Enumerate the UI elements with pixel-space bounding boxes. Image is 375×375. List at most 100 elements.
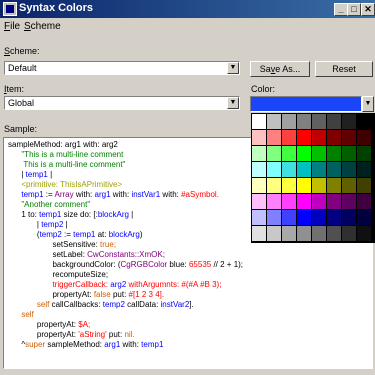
palette-swatch[interactable] [342, 210, 356, 225]
palette-swatch[interactable] [327, 178, 341, 193]
palette-swatch[interactable] [327, 210, 341, 225]
code-token: false [93, 290, 111, 299]
code-token: nil. [124, 330, 135, 339]
code-line: propertyAt: false put: #[1 2 3 4]. [8, 290, 243, 300]
palette-swatch[interactable] [297, 226, 311, 241]
palette-swatch[interactable] [297, 130, 311, 145]
scheme-select[interactable]: Default ▼ [4, 61, 240, 75]
code-token: "Another comment" [8, 200, 91, 209]
code-token: temp1 [73, 230, 96, 239]
palette-swatch[interactable] [312, 146, 326, 161]
palette-swatch[interactable] [297, 114, 311, 129]
palette-swatch[interactable] [327, 194, 341, 209]
palette-swatch[interactable] [327, 114, 341, 129]
palette-swatch[interactable] [312, 226, 326, 241]
palette-swatch[interactable] [267, 162, 281, 177]
code-token: blue: [167, 260, 189, 269]
palette-swatch[interactable] [312, 178, 326, 193]
save-as-button[interactable]: Save As... [250, 61, 310, 77]
palette-swatch[interactable] [312, 162, 326, 177]
palette-swatch[interactable] [282, 178, 296, 193]
code-token: propertyAt: [8, 320, 79, 329]
palette-swatch[interactable] [297, 210, 311, 225]
code-line: "This is a multi-line comment [8, 150, 243, 160]
palette-swatch[interactable] [282, 162, 296, 177]
palette-swatch[interactable] [282, 114, 296, 129]
palette-swatch[interactable] [297, 162, 311, 177]
palette-swatch[interactable] [252, 194, 266, 209]
palette-swatch[interactable] [267, 226, 281, 241]
item-select[interactable]: Global ▼ [4, 96, 240, 110]
palette-swatch[interactable] [342, 226, 356, 241]
menu-bar: File Scheme [0, 19, 375, 33]
palette-swatch[interactable] [267, 114, 281, 129]
palette-swatch[interactable] [252, 146, 266, 161]
palette-swatch[interactable] [342, 178, 356, 193]
code-line: 1 to: temp1 size do: [:blockArg | [8, 210, 243, 220]
palette-swatch[interactable] [312, 114, 326, 129]
app-icon[interactable] [3, 2, 17, 16]
palette-swatch[interactable] [252, 130, 266, 145]
menu-scheme[interactable]: Scheme [24, 21, 61, 32]
code-token: | [47, 170, 53, 179]
code-token: CwConstants::XmOK; [87, 250, 165, 259]
palette-swatch[interactable] [282, 194, 296, 209]
palette-swatch[interactable] [282, 130, 296, 145]
minimize-button[interactable]: _ [334, 3, 348, 16]
code-token: blockArg [108, 230, 140, 239]
reset-button[interactable]: Reset [315, 61, 373, 77]
palette-swatch[interactable] [357, 226, 371, 241]
palette-swatch[interactable] [297, 194, 311, 209]
palette-swatch[interactable] [342, 194, 356, 209]
palette-swatch[interactable] [327, 130, 341, 145]
palette-swatch[interactable] [267, 210, 281, 225]
code-token: arg2 [110, 280, 127, 289]
palette-swatch[interactable] [357, 194, 371, 209]
palette-swatch[interactable] [267, 130, 281, 145]
code-token: setSensitive: [8, 240, 101, 249]
palette-swatch[interactable] [327, 226, 341, 241]
palette-swatch[interactable] [282, 226, 296, 241]
code-line: "Another comment" [8, 200, 243, 210]
palette-swatch[interactable] [252, 162, 266, 177]
palette-swatch[interactable] [282, 210, 296, 225]
sample-label: Sample: [4, 124, 38, 134]
code-token: with: [160, 190, 182, 199]
palette-swatch[interactable] [312, 130, 326, 145]
palette-swatch[interactable] [282, 146, 296, 161]
palette-swatch[interactable] [342, 146, 356, 161]
palette-swatch[interactable] [252, 114, 266, 129]
palette-swatch[interactable] [342, 130, 356, 145]
maximize-button[interactable]: □ [347, 3, 361, 16]
scheme-dropdown-icon[interactable]: ▼ [227, 62, 239, 74]
palette-swatch[interactable] [327, 162, 341, 177]
code-token: ) [139, 230, 143, 239]
palette-swatch[interactable] [252, 210, 266, 225]
palette-swatch[interactable] [252, 178, 266, 193]
palette-swatch[interactable] [297, 178, 311, 193]
close-button[interactable]: ✕ [361, 3, 375, 16]
item-dropdown-icon[interactable]: ▼ [227, 97, 239, 109]
palette-swatch[interactable] [267, 194, 281, 209]
menu-file[interactable]: File [4, 21, 20, 32]
palette-swatch[interactable] [357, 130, 371, 145]
palette-swatch[interactable] [357, 178, 371, 193]
palette-swatch[interactable] [357, 210, 371, 225]
palette-swatch[interactable] [342, 162, 356, 177]
palette-swatch[interactable] [267, 146, 281, 161]
palette-swatch[interactable] [312, 194, 326, 209]
palette-swatch[interactable] [327, 146, 341, 161]
code-token: with: [73, 190, 95, 199]
palette-swatch[interactable] [267, 178, 281, 193]
palette-swatch[interactable] [342, 114, 356, 129]
palette-swatch[interactable] [357, 114, 371, 129]
palette-swatch[interactable] [357, 162, 371, 177]
palette-swatch[interactable] [297, 146, 311, 161]
palette-swatch[interactable] [357, 146, 371, 161]
color-dropdown-icon[interactable]: ▼ [362, 96, 374, 112]
palette-swatch[interactable] [252, 226, 266, 241]
color-palette[interactable] [251, 113, 375, 243]
color-swatch[interactable] [250, 96, 362, 112]
palette-swatch[interactable] [312, 210, 326, 225]
